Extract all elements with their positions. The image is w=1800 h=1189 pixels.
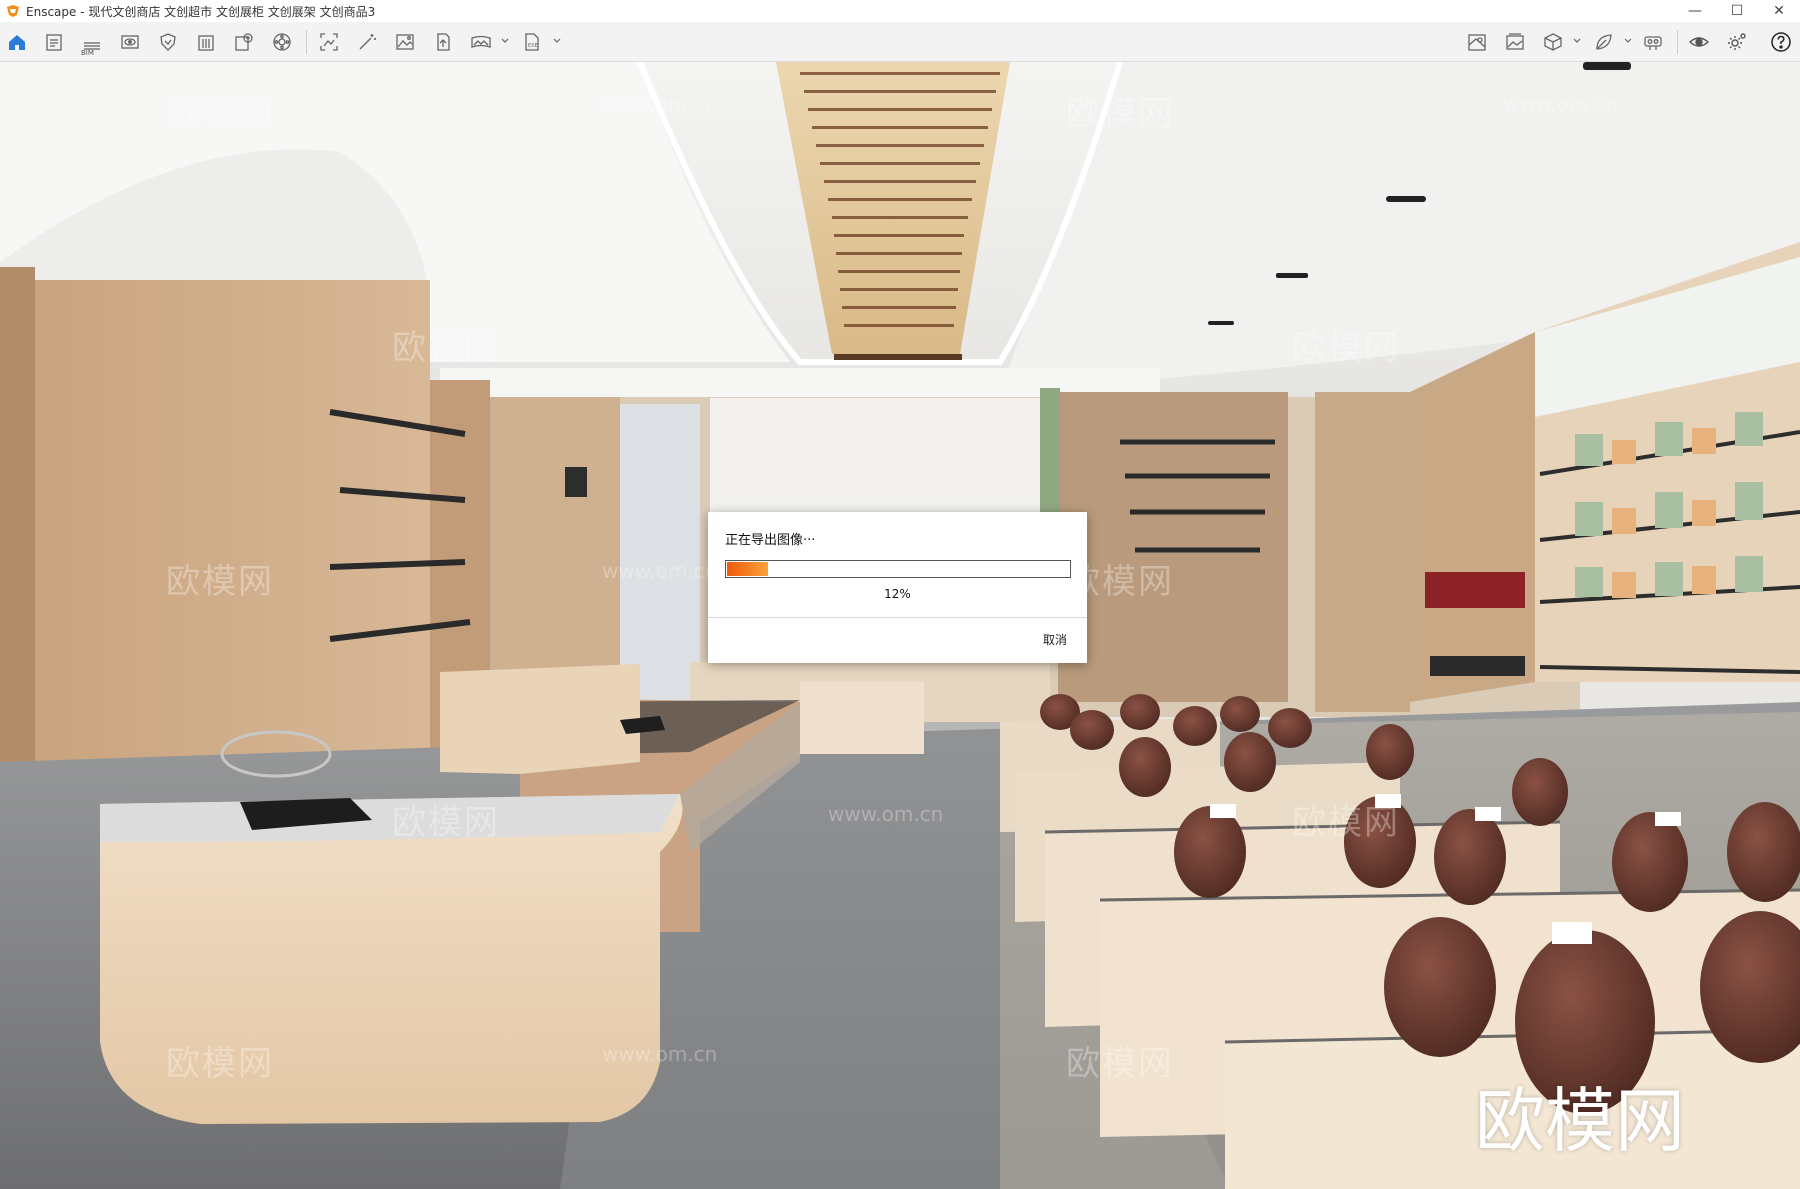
enscape-logo-icon [7,5,19,17]
watermark: 欧模网 [392,328,500,368]
watermark: 欧模网 [166,562,274,602]
gallery-icon[interactable] [1502,30,1528,54]
leaf-icon[interactable] [1591,30,1617,54]
export-icon[interactable]: EXE [519,30,545,54]
dialog-message: 正在导出图像··· [725,533,816,548]
watermark: 欧模网 [166,1044,274,1084]
chevron-down-icon[interactable] [1572,36,1582,46]
watermark: 欧模网 [1292,803,1400,843]
settings-wheel-icon[interactable] [269,30,295,54]
screenshot-icon[interactable] [316,30,342,54]
document-icon[interactable] [41,30,67,54]
close-button[interactable]: ✕ [1758,0,1800,22]
asset-library-icon[interactable] [231,30,257,54]
watermark-logo: 欧模网 [1475,1080,1685,1162]
image-icon[interactable] [392,30,418,54]
eye-icon[interactable] [1686,30,1712,54]
minimize-button[interactable]: — [1674,0,1716,22]
panorama-icon[interactable] [468,30,494,54]
vr-headset-icon[interactable] [1640,30,1666,54]
watermark-url: www.om.cn [602,92,718,116]
watermark-url: www.om.cn [828,802,944,826]
watermark: 欧模网 [1066,94,1174,134]
cancel-button[interactable]: 取消 [1039,629,1071,650]
svg-text:EXE: EXE [528,43,538,49]
maximize-button[interactable]: ☐ [1716,0,1758,22]
chevron-down-icon[interactable] [500,36,510,46]
building-icon[interactable] [193,30,219,54]
export-progress-dialog: 正在导出图像··· 12% 取消 [708,512,1087,663]
progress-fill [727,562,768,576]
chevron-down-icon[interactable] [1623,36,1633,46]
progress-bar [725,560,1071,578]
cube-icon[interactable] [1540,30,1566,54]
bim-label: BIM [81,49,94,57]
view-icon[interactable] [117,30,143,54]
watermark: 欧模网 [392,803,500,843]
magic-wand-icon[interactable] [354,30,380,54]
window-title: Enscape - 现代文创商店 文创超市 文创展柜 文创展架 文创商品3 [26,4,376,19]
watermark: 欧模网 [166,94,274,134]
shield-icon[interactable] [155,30,181,54]
help-icon[interactable] [1768,30,1794,54]
watermark-url: www.om.cn [1503,92,1619,116]
watermark: 欧模网 [1292,328,1400,368]
home-icon[interactable] [4,30,30,54]
progress-percent: 12% [884,587,911,601]
gear-icon[interactable] [1724,30,1750,54]
watermark: 欧模网 [1066,1044,1174,1084]
watermark-url: www.om.cn [602,559,718,583]
dialog-divider [708,617,1087,618]
watermark-url: www.om.cn [602,1042,718,1066]
title-bar: Enscape - 现代文创商店 文创超市 文创展柜 文创展架 文创商品3 — … [0,0,1800,22]
toolbar: BIM EXE [0,22,1800,62]
chevron-down-icon[interactable] [552,36,562,46]
upload-icon[interactable] [430,30,456,54]
map-icon[interactable] [1464,30,1490,54]
